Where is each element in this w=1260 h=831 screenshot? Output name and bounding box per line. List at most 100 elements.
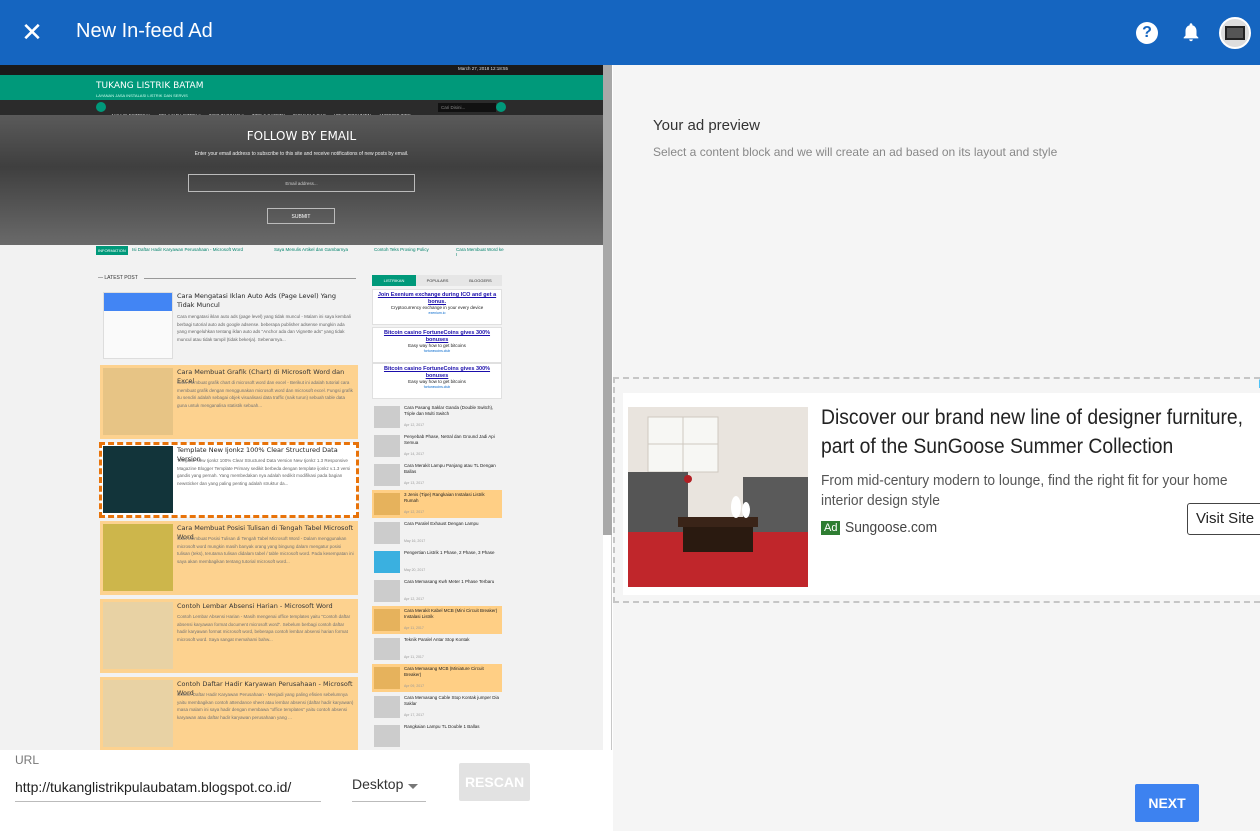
ticker-item[interactable]: Contoh Teks Prosing Policy xyxy=(374,247,429,252)
sidebar-ad[interactable]: Bitcoin casino FortuneCoins gives 300% b… xyxy=(372,327,502,363)
scrollbar[interactable] xyxy=(603,65,612,535)
visit-site-button[interactable]: Visit Site xyxy=(1187,503,1260,535)
post-block-selected[interactable]: Template New Ijonkz 100% Clear Structure… xyxy=(99,442,359,518)
help-icon[interactable]: ? xyxy=(1136,22,1158,44)
page-title: New In-feed Ad xyxy=(76,20,213,42)
sidebar-ad[interactable]: Join Exenium exchange during ICO and get… xyxy=(372,289,502,325)
sidebar-item-title[interactable]: Cara Merakit Kabel MCB (Mini Circuit Bre… xyxy=(404,608,500,620)
sidebar-item[interactable]: Teknik Paralel Antar Stop Kontak Apr 11, … xyxy=(372,635,502,663)
sidebar-tab[interactable]: BLOGGERS xyxy=(459,275,502,286)
sidebar-item[interactable]: Pengertian Listrik 1 Phase, 2 Phase, 3 P… xyxy=(372,548,502,576)
sidebar-item-title[interactable]: Rangkaian Lampu TL Double 1 Ballas xyxy=(404,724,500,730)
ad-link[interactable]: Bitcoin casino FortuneCoins gives 300% b… xyxy=(373,364,501,379)
post-excerpt: Template New Ijonkz 100% Clear Structure… xyxy=(177,458,351,486)
preview-title: Your ad preview xyxy=(653,117,761,134)
sidebar-item-thumb xyxy=(374,696,400,718)
search-icon[interactable] xyxy=(496,102,506,112)
post-thumbnail xyxy=(103,524,173,591)
sidebar-item[interactable]: 3 Jenis (Tipe) Rangkaian Instalasi Listr… xyxy=(372,490,502,518)
sidebar-item-thumb xyxy=(374,406,400,428)
ad-image xyxy=(628,407,808,587)
avatar-screen-icon xyxy=(1225,26,1245,40)
sidebar-item-date: Apr 11, 2017 xyxy=(404,655,424,659)
sidebar-ad[interactable]: Bitcoin casino FortuneCoins gives 300% b… xyxy=(372,363,502,399)
sidebar-item-thumb xyxy=(374,667,400,689)
device-select-value: Desktop xyxy=(352,776,404,792)
post-block[interactable]: Cara Mengatasi Iklan Auto Ads (Page Leve… xyxy=(100,289,358,363)
post-excerpt: Cara membuat grafik chart di microsoft w… xyxy=(177,380,353,408)
site-brand[interactable]: TUKANG LISTRIK BATAM xyxy=(96,81,203,91)
post-title[interactable]: Cara Mengatasi Iklan Auto Ads (Page Leve… xyxy=(177,292,355,310)
post-excerpt: Cara mengatasi iklan auto ads (page leve… xyxy=(177,314,351,342)
sidebar-item-thumb xyxy=(374,435,400,457)
sidebar-item[interactable]: Cara Memasang MCB (Miniature Circuit Bre… xyxy=(372,664,502,692)
sidebar-item[interactable]: Cara Merakit Lampu Panjang atau TL Denga… xyxy=(372,461,502,489)
device-select[interactable]: Desktop xyxy=(352,772,426,802)
sidebar-item-title[interactable]: Cara Paralel Exhaust Dengan Lampu xyxy=(404,521,500,527)
sidebar-item[interactable]: Rangkaian Lampu TL Double 1 Ballas xyxy=(372,722,502,750)
sidebar-item-date: Apr 11, 2017 xyxy=(404,626,424,630)
sidebar-item-thumb xyxy=(374,522,400,544)
post-thumbnail xyxy=(103,602,173,669)
ticker-item[interactable]: Cara Membuat Word ke I xyxy=(456,247,506,257)
ticker-item[interactable]: Saya Menulis Artikel dan Gambarnya xyxy=(274,247,348,252)
sidebar-tab[interactable]: LISTRIKAN xyxy=(372,275,416,286)
ticker-label: INFORMATION xyxy=(96,246,128,255)
ad-link[interactable]: Bitcoin casino FortuneCoins gives 300% b… xyxy=(373,328,501,343)
post-block[interactable]: Contoh Daftar Hadir Karyawan Perusahaan … xyxy=(100,677,358,750)
sidebar-item-date: May 16, 2017 xyxy=(404,539,426,543)
ticker-item[interactable]: Isi Daftar Hadir Karyawan Perusahaan - M… xyxy=(132,247,243,252)
sidebar-item-title[interactable]: Cara Memasang Kwh Meter 1 Phase Terbaru xyxy=(404,579,500,585)
site-search-input[interactable]: Cari Disini... xyxy=(438,103,496,112)
site-preview[interactable]: ABOUT USCONTACT USADVERTISEMENTDMCABLOGG… xyxy=(0,65,603,750)
sidebar-item-title[interactable]: Pengertian Listrik 1 Phase, 2 Phase, 3 P… xyxy=(404,550,500,556)
sidebar-tabs: LISTRIKAN POPULARS BLOGGERS xyxy=(372,275,502,286)
news-ticker: INFORMATION Isi Daftar Hadir Karyawan Pe… xyxy=(96,245,506,257)
in-feed-ad[interactable]: Discover our brand new line of designer … xyxy=(623,393,1260,595)
sidebar-item-title[interactable]: Cara Merakit Lampu Panjang atau TL Denga… xyxy=(404,463,500,475)
sidebar-item-thumb xyxy=(374,493,400,515)
next-button[interactable]: NEXT xyxy=(1135,784,1199,822)
url-bar: URL Desktop RESCAN xyxy=(0,750,612,831)
sidebar-item-date: Apr 12, 2017 xyxy=(404,423,425,427)
ad-display-url[interactable]: Sungoose.com xyxy=(845,519,937,536)
ad-headline[interactable]: Discover our brand new line of designer … xyxy=(821,403,1244,461)
sidebar-item-title[interactable]: Cara Memasang Cable Stop Kontak jumper D… xyxy=(404,695,500,707)
rescan-button[interactable]: RESCAN xyxy=(459,763,530,801)
sidebar-item[interactable]: Cara Pasang Saklar Ganda (Double Switch)… xyxy=(372,403,502,431)
post-excerpt: Cara Membuat Posisi Tulisan di Tengah Ta… xyxy=(177,536,354,564)
ad-preview-frame: Discover our brand new line of designer … xyxy=(613,377,1260,603)
url-input[interactable] xyxy=(15,772,321,802)
divider xyxy=(144,278,356,279)
post-excerpt: Contoh Lembar Absensi Harian - Masih men… xyxy=(177,614,351,642)
page-scan-pane: ABOUT USCONTACT USADVERTISEMENTDMCABLOGG… xyxy=(0,65,612,831)
sidebar-item-title[interactable]: Cara Memasang MCB (Miniature Circuit Bre… xyxy=(404,666,500,678)
close-icon[interactable]: ✕ xyxy=(18,18,46,46)
sidebar-item[interactable]: Cara Merakit Kabel MCB (Mini Circuit Bre… xyxy=(372,606,502,634)
sidebar-item[interactable]: Cara Paralel Exhaust Dengan Lampu May 16,… xyxy=(372,519,502,547)
sidebar-item-title[interactable]: Penyebab Phase, Netral dan Ground Jadi A… xyxy=(404,434,500,446)
sidebar-item-title[interactable]: Teknik Paralel Antar Stop Kontak xyxy=(404,637,500,643)
ad-description: From mid-century modern to lounge, find … xyxy=(821,472,1228,509)
submit-button[interactable]: SUBMIT xyxy=(267,208,335,224)
post-block[interactable]: Cara Membuat Grafik (Chart) di Microsoft… xyxy=(100,365,358,439)
site-topbar: ABOUT USCONTACT USADVERTISEMENTDMCABLOGG… xyxy=(0,65,603,82)
post-block[interactable]: Contoh Lembar Absensi Harian - Microsoft… xyxy=(100,599,358,673)
notifications-bell-icon[interactable] xyxy=(1180,20,1202,44)
ad-preview-pane: Your ad preview Select a content block a… xyxy=(613,65,1260,831)
sidebar-item-title[interactable]: 3 Jenis (Tipe) Rangkaian Instalasi Listr… xyxy=(404,492,500,504)
post-block[interactable]: Cara Membuat Posisi Tulisan di Tengah Ta… xyxy=(100,521,358,595)
home-icon[interactable] xyxy=(96,102,106,112)
sidebar-item[interactable]: Cara Memasang Kwh Meter 1 Phase Terbaru A… xyxy=(372,577,502,605)
sidebar-item[interactable]: Cara Memasang Cable Stop Kontak jumper D… xyxy=(372,693,502,721)
sidebar-item[interactable]: Penyebab Phase, Netral dan Ground Jadi A… xyxy=(372,432,502,460)
sidebar-tab[interactable]: POPULARS xyxy=(416,275,459,286)
post-excerpt: Contoh Daftar Hadir Karyawan Perusahaan … xyxy=(177,692,354,720)
post-title[interactable]: Contoh Lembar Absensi Harian - Microsoft… xyxy=(177,602,355,611)
ad-link[interactable]: Join Exenium exchange during ICO and get… xyxy=(373,290,501,305)
email-field[interactable]: Email address... xyxy=(188,174,415,192)
sidebar-item-date: May 20, 2017 xyxy=(404,568,426,572)
avatar[interactable] xyxy=(1219,17,1251,49)
sidebar-item-date: Apr 13, 2017 xyxy=(404,481,425,485)
sidebar-item-title[interactable]: Cara Pasang Saklar Ganda (Double Switch)… xyxy=(404,405,500,417)
